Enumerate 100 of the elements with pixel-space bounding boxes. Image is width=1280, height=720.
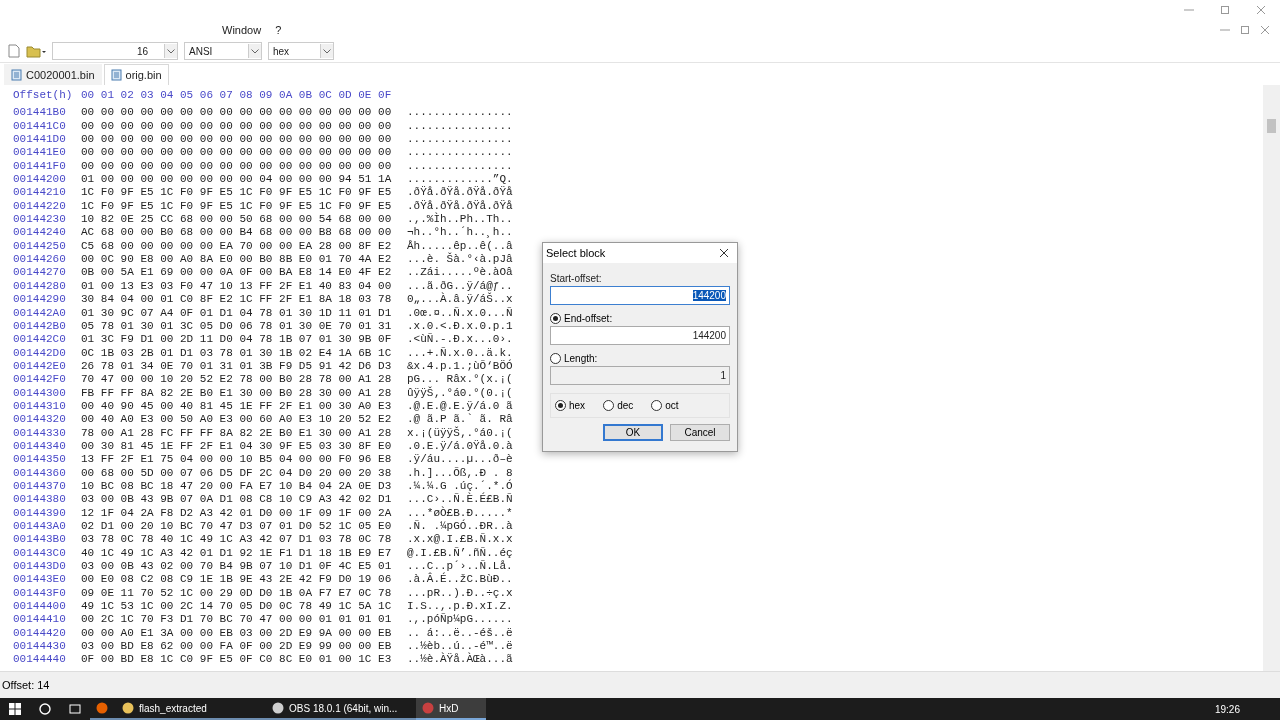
vertical-scrollbar[interactable] [1263,85,1280,671]
input-field[interactable]: 144200 [550,286,730,305]
dialog-button[interactable]: OK [603,424,663,441]
ascii-text: x.¡(üÿÿŠ‚.°á0.¡( [407,426,513,440]
file-tab[interactable]: C0020001.bin [4,64,102,85]
row-offset: 001443D0 [13,560,67,574]
hex-bytes: 70 47 00 00 10 20 52 E2 78 00 B0 28 78 00 A1 28 [81,373,393,387]
ascii-text: .Ñ. .¼pGÓ..ÐR..à [407,520,513,533]
row-offset: 00144200 [13,173,67,187]
hex-bytes: 03 00 BD E8 62 00 00 FA 0F 00 2D E9 99 00 00 EB [81,640,393,654]
hex-bytes: 00 00 00 00 00 00 00 00 00 00 00 00 00 00 00 00 [81,106,393,120]
ascii-text: ................ [407,146,513,160]
new-file-icon[interactable] [8,44,20,58]
row-offset: 00144310 [13,399,67,414]
charset-dropdown[interactable]: ANSI [184,42,262,60]
hex-bytes: 13 FF 2F E1 75 04 00 00 10 B5 04 00 00 F0 96 E8 [81,453,393,467]
hex-bytes: 00 00 00 00 00 00 00 00 00 00 00 00 00 00 00 00 [81,133,393,147]
restore-icon[interactable] [1240,25,1250,35]
bytes-per-row-dropdown[interactable]: 16 [52,42,178,60]
hex-bytes: 00 00 00 00 00 00 00 00 00 00 00 00 00 00 00 00 [81,146,393,160]
ascii-text: ¬h..°h..´h..¸h.. [407,226,513,240]
ascii-text: .0œ.¤..Ñ.x.0...Ñ [407,306,513,320]
row-offset: 001442C0 [13,333,67,347]
file-tab[interactable]: orig.bin [103,64,169,85]
row-offset: 00144250 [13,239,67,254]
radio-option[interactable]: hex [555,400,586,411]
taskbar-button[interactable]: flash_extracted [116,698,266,720]
taskbar-label: flash_extracted [139,702,207,714]
field-label: Start-offset: [550,273,603,284]
row-offset: 001443C0 [13,546,67,561]
ascii-text: ...*øÒ£B.Ð.....* [407,506,513,519]
row-offset: 001442B0 [13,319,67,334]
document-icon [11,69,22,81]
row-offset: 001443A0 [13,520,67,534]
hex-bytes: 12 1F 04 2A F8 D2 A3 42 01 D0 00 1F 09 1F 00 2A [81,506,393,520]
row-offset: 00144380 [13,493,67,507]
row-offset: 00144350 [13,453,67,467]
task-view-icon[interactable] [69,703,81,715]
ascii-text: ..½èb..ú..-é™..ë [407,640,513,653]
offset-base-dropdown[interactable]: hex [268,42,334,60]
radio-option[interactable]: dec [603,400,634,411]
row-offset: 00144240 [13,226,67,240]
radio-option[interactable]: End-offset: [550,313,730,324]
row-offset: 001441E0 [13,146,67,160]
row-offset: 00144440 [13,653,67,667]
row-offset: 00144360 [13,466,67,480]
hex-bytes: 00 E0 08 C2 08 C9 1E 1B 9E 43 2E 42 F9 D0 19 06 [81,573,393,587]
hex-bytes: 01 00 13 E3 03 F0 47 10 13 FF 2F E1 40 83 04 00 [81,279,393,294]
hex-bytes: 00 00 00 00 00 00 00 00 00 00 00 00 00 00 00 00 [81,119,393,134]
hex-bytes: C5 68 00 00 00 00 00 EA 70 00 00 EA 28 00 8F E2 [81,239,393,254]
row-offset: 00144320 [13,413,67,427]
ascii-text: ................ [407,106,513,120]
ascii-text: ...è. Šà.°‹à.pJâ [407,253,513,267]
hex-bytes: 00 2C 1C 70 F3 D1 70 BC 70 47 00 00 01 01 01 01 [81,613,393,627]
ascii-text: ..Zái.....ºè.àOâ [407,266,513,280]
ascii-text: &x.4.p.1.;ùÕ‘BÖÓ [407,359,513,374]
row-offset: 00144400 [13,600,67,614]
ascii-text: ................ [407,119,513,134]
row-offset: 00144290 [13,293,67,307]
ascii-text: .@ ã.P ã.` ã. Râ [407,413,513,426]
taskbar-button[interactable]: OBS 18.0.1 (64bit, win... [266,698,416,720]
windows-logo-icon[interactable] [9,703,21,715]
maximize-icon[interactable] [1220,5,1230,15]
hex-bytes: 03 00 0B 43 02 00 70 B4 9B 07 10 D1 0F 4C E5 01 [81,560,393,574]
hex-bytes: 00 40 A0 E3 00 50 A0 E3 00 60 A0 E3 10 20 52 E2 [81,413,393,427]
hex-bytes: 00 30 81 45 1E FF 2F E1 04 30 9F E5 03 30 8F E0 [81,439,393,454]
menu-item[interactable]: ? [275,24,282,36]
row-offset: 00144280 [13,279,67,294]
hex-bytes: 05 78 01 30 01 3C 05 D0 06 78 01 30 0E 70 01 31 [81,319,393,334]
hex-bytes: 0B 00 5A E1 69 00 00 0A 0F 00 BA E8 14 E0 4F E2 [81,266,393,280]
hex-bytes: 01 3C F9 D1 00 2D 11 D0 04 78 1B 07 01 30 9B 0F [81,333,393,347]
close-icon[interactable] [719,248,729,258]
row-offset: 001442E0 [13,359,67,374]
row-offset: 00144420 [13,626,67,641]
ascii-text: ...ã.ðG..ÿ/á@ƒ.. [407,279,513,293]
row-offset: 00144220 [13,199,67,214]
input-field[interactable]: 144200 [550,326,730,345]
hex-bytes: 1C F0 9F E5 1C F0 9F E5 1C F0 9F E5 1C F0 9F E5 [81,199,393,214]
row-offset: 001443F0 [13,586,67,601]
dialog-button[interactable]: Cancel [670,424,730,441]
menu-item[interactable]: Window [222,24,262,36]
hex-bytes: 01 00 00 00 00 00 00 00 00 04 00 00 00 94 51 1A [81,173,393,187]
hex-bytes: FB FF FF 8A 82 2E B0 E1 30 00 B0 28 30 00 A1 28 [81,386,393,400]
ascii-text: .h.]...Õß,.Ð . 8 [407,466,513,479]
search-icon[interactable] [39,703,51,715]
ascii-text: ...C›..Ñ.È.É£B.Ñ [407,493,513,506]
hex-bytes: 0C 1B 03 2B 01 D1 03 78 01 30 1B 02 E4 1A 6B 1C [81,346,393,360]
taskbar-label: HxD [439,702,459,714]
open-folder-icon[interactable] [26,44,46,58]
document-icon [110,69,122,81]
row-offset: 001441D0 [13,133,67,147]
row-offset: 00144260 [13,253,67,267]
row-offset: 001441F0 [13,159,67,174]
row-offset: 001442D0 [13,346,67,360]
hex-bytes: 1C F0 9F E5 1C F0 9F E5 1C F0 9F E5 1C F0 9F E5 [81,186,393,200]
taskbar-button[interactable]: HxD [416,698,486,720]
row-offset: 00144390 [13,506,67,520]
row-offset: 00144210 [13,186,67,200]
hex-bytes: 01 30 9C 07 A4 0F 01 D1 04 78 01 30 1D 11 01 D1 [81,306,393,320]
radio-option[interactable]: oct [651,400,679,411]
